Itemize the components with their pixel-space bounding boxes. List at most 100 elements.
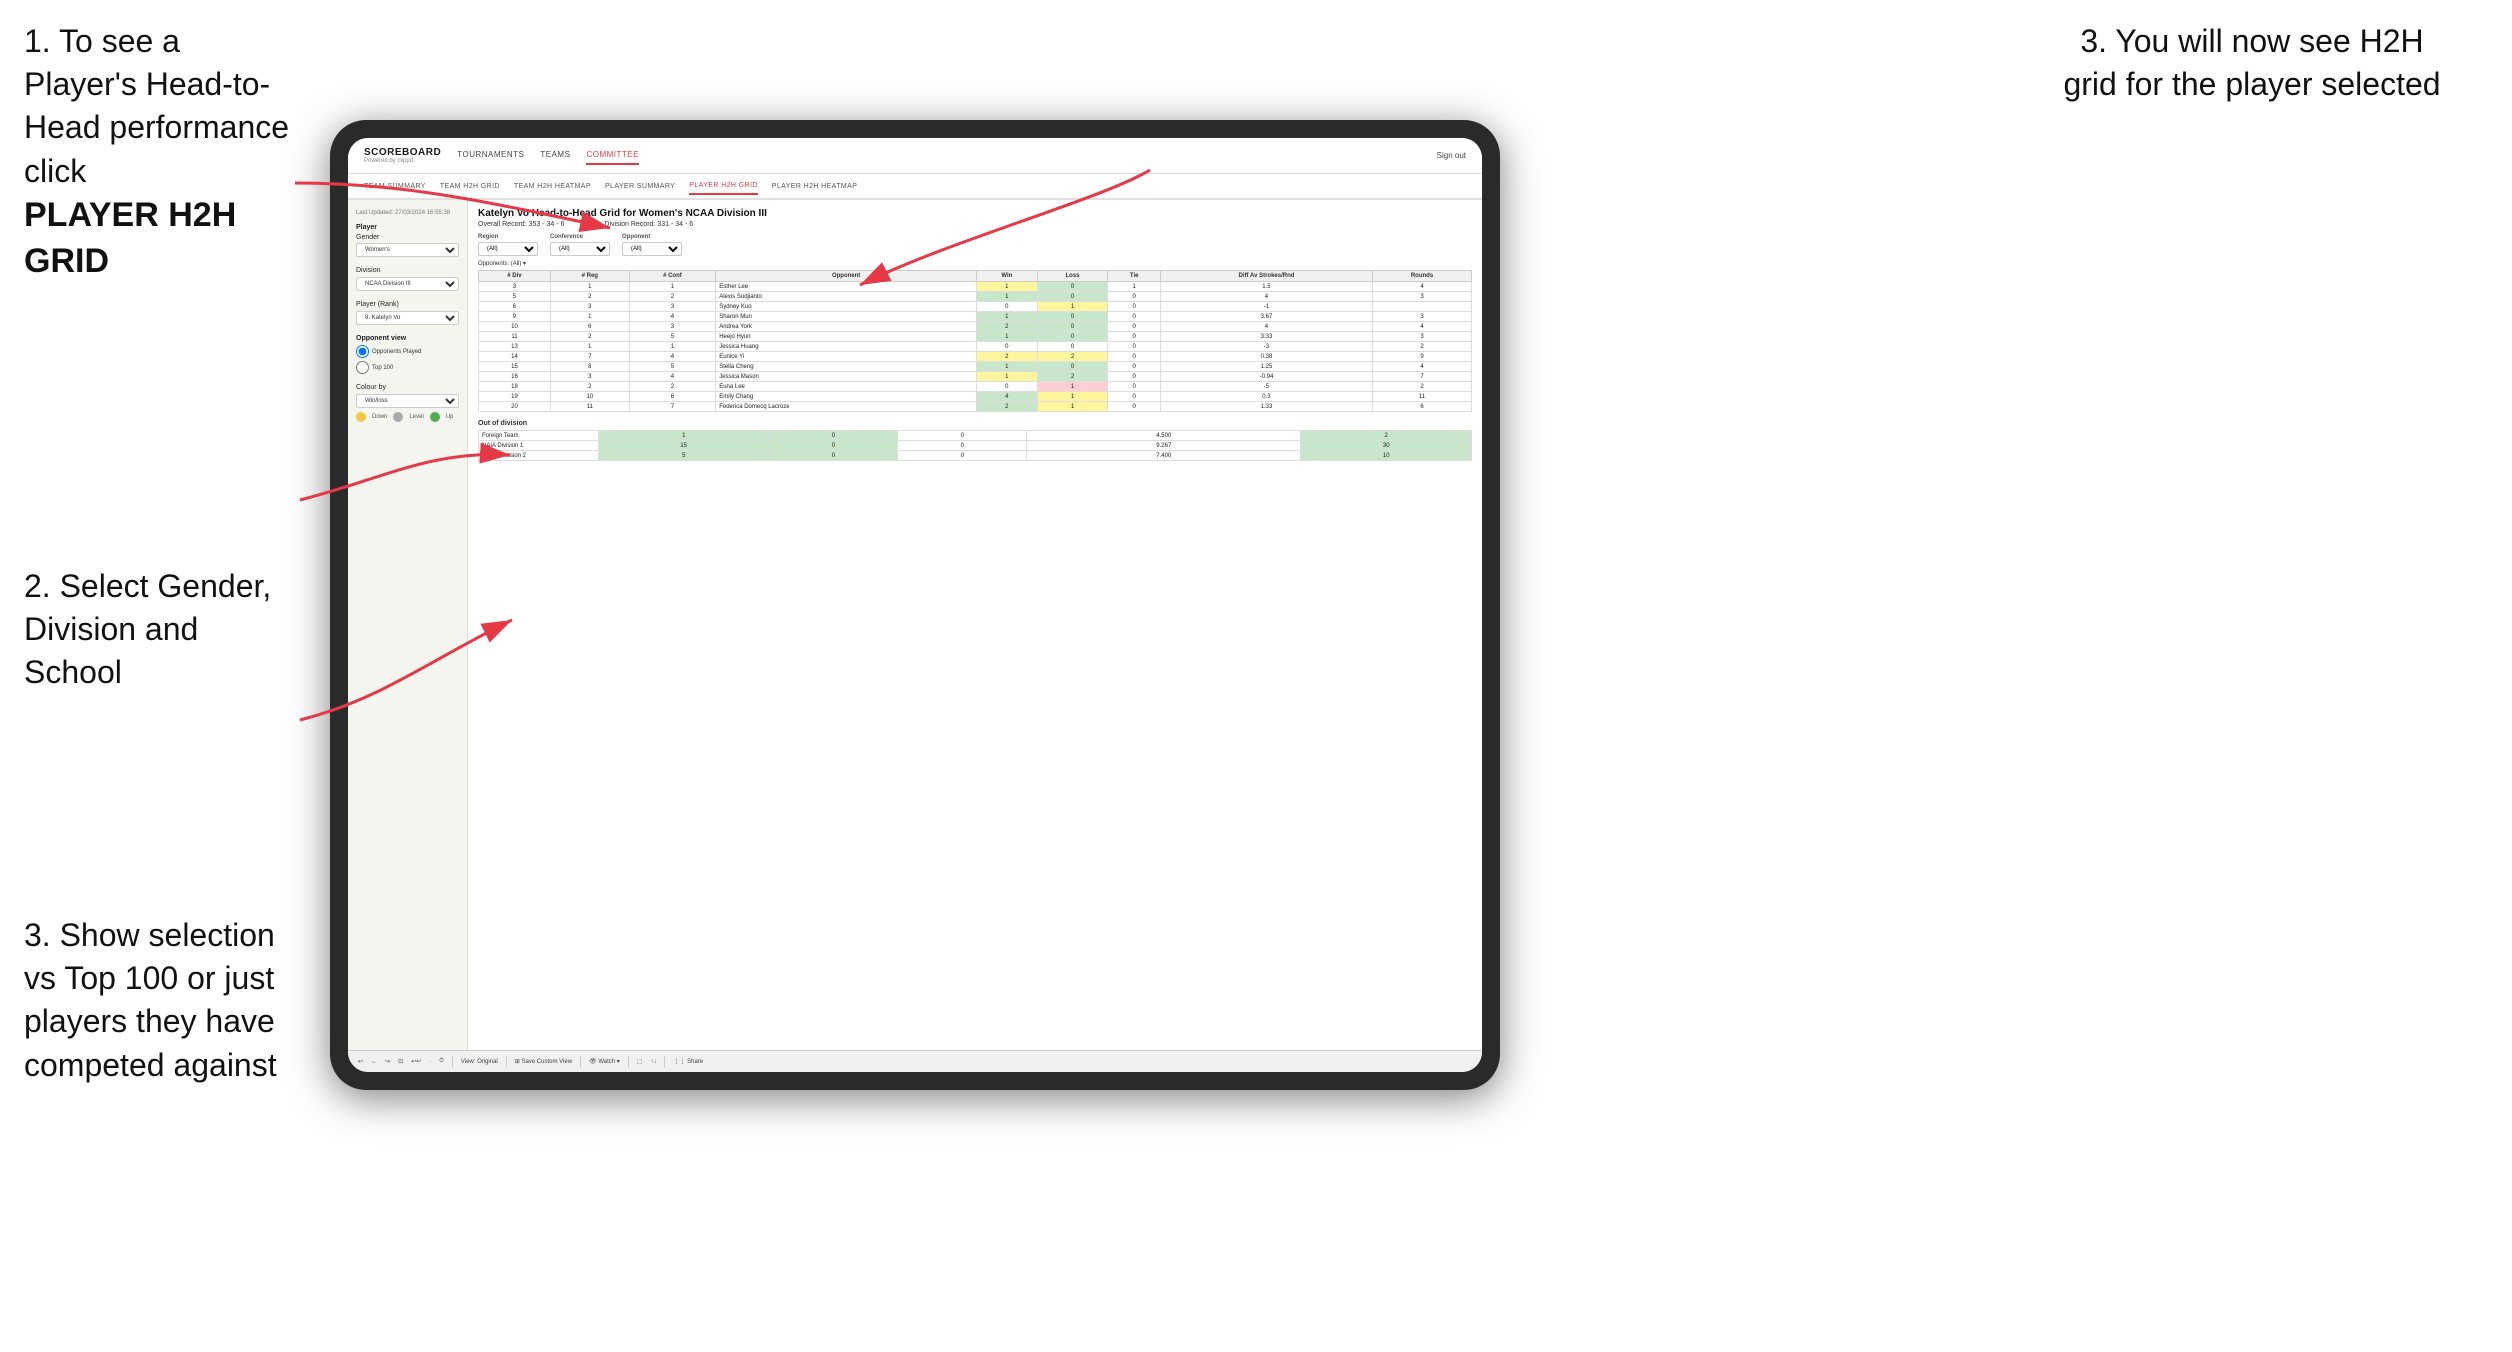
cell-div: 3: [479, 282, 551, 292]
nav-committee[interactable]: COMMITTEE: [586, 146, 639, 165]
cell-tie: 0: [1108, 312, 1160, 322]
cell-diff: 1.33: [1160, 402, 1372, 412]
filter-opponent-select[interactable]: (All): [622, 242, 682, 256]
toolbar-view-original[interactable]: View: Original: [461, 1059, 498, 1065]
toolbar-grid[interactable]: ⊡: [398, 1058, 403, 1065]
toolbar-undo[interactable]: ↩: [358, 1058, 363, 1065]
grid-title: Katelyn Vo Head-to-Head Grid for Women's…: [478, 208, 1472, 219]
filter-region-select[interactable]: (All): [478, 242, 538, 256]
radio-opponents-label: Opponents Played: [372, 349, 421, 355]
cell-rounds: 3: [1373, 292, 1472, 302]
toolbar-reset[interactable]: ↩↩: [411, 1058, 421, 1065]
instruction-step3-right: 3. You will now see H2H grid for the pla…: [2052, 20, 2452, 106]
sidebar-colour-select[interactable]: Win/loss: [356, 394, 459, 408]
sub-nav-team-summary[interactable]: TEAM SUMMARY: [364, 179, 426, 194]
nav-teams[interactable]: TEAMS: [540, 146, 570, 165]
cell-rounds: 6: [1373, 402, 1472, 412]
radio-top100[interactable]: Top 100: [356, 361, 459, 374]
step3-right-text: 3. You will now see H2H grid for the pla…: [2063, 23, 2440, 102]
cell-opponent: Esther Lee: [716, 282, 977, 292]
ood-cell-rounds: 30: [1301, 441, 1472, 451]
sidebar-colour-label: Colour by: [356, 384, 459, 391]
sidebar-opponent-label: Opponent view: [356, 335, 459, 342]
toolbar-share[interactable]: ⋮⋮ Share: [673, 1058, 703, 1065]
cell-loss: 0: [1037, 362, 1108, 372]
sidebar-player-label: Player: [356, 224, 459, 231]
th-win: Win: [977, 271, 1038, 282]
filter-opponent: Opponent (All): [622, 234, 682, 256]
th-conf: # Conf: [629, 271, 716, 282]
radio-opponents-played[interactable]: Opponents Played: [356, 345, 459, 358]
cell-rounds: 3: [1373, 332, 1472, 342]
logo-area: SCOREBOARD Powered by clippd: [364, 147, 441, 164]
cell-reg: 6: [550, 322, 629, 332]
cell-reg: 10: [550, 392, 629, 402]
cell-conf: 4: [629, 312, 716, 322]
sub-nav-team-h2h-heatmap[interactable]: TEAM H2H HEATMAP: [514, 179, 591, 194]
cell-tie: 0: [1108, 352, 1160, 362]
cell-loss: 2: [1037, 352, 1108, 362]
cell-opponent: Andrea York: [716, 322, 977, 332]
cell-conf: 4: [629, 352, 716, 362]
grid-records: Overall Record: 353 - 34 - 6 Division Re…: [478, 221, 1472, 228]
sidebar: Last Updated: 27/03/2024 16:55:38 Player…: [348, 200, 468, 1050]
cell-rounds: 4: [1373, 282, 1472, 292]
toolbar-dot[interactable]: ·: [429, 1059, 431, 1065]
cell-loss: 2: [1037, 372, 1108, 382]
th-tie: Tie: [1108, 271, 1160, 282]
toolbar-back[interactable]: ←: [371, 1059, 377, 1065]
nav-items: TOURNAMENTS TEAMS COMMITTEE: [457, 146, 1436, 165]
radio-opponents-input[interactable]: [356, 345, 369, 358]
toolbar-save-custom[interactable]: ⊞ Save Custom View: [515, 1058, 572, 1065]
step2-text: 2. Select Gender, Division and School: [24, 568, 271, 690]
colour-label-up: Up: [446, 414, 454, 420]
opponents-label: Opponents: (All) ▾: [478, 260, 1472, 267]
toolbar-layout[interactable]: ⬚: [637, 1058, 643, 1065]
toolbar-watch[interactable]: 👁 Watch ▾: [589, 1058, 620, 1065]
instruction-step1: 1. To see a Player's Head-to-Head perfor…: [24, 20, 296, 285]
th-loss: Loss: [1037, 271, 1108, 282]
sub-nav-player-h2h-heatmap[interactable]: PLAYER H2H HEATMAP: [772, 179, 858, 194]
table-row: 10 6 3 Andrea York 2 0 0 4 4: [479, 322, 1472, 332]
sidebar-division-select[interactable]: NCAA Division III: [356, 277, 459, 291]
cell-diff: -5: [1160, 382, 1372, 392]
toolbar-clock[interactable]: ⏱: [439, 1058, 444, 1065]
table-row: 13 1 1 Jessica Huang 0 0 0 -3 2: [479, 342, 1472, 352]
nav-tournaments[interactable]: TOURNAMENTS: [457, 146, 524, 165]
th-diff: Diff Av Strokes/Rnd: [1160, 271, 1372, 282]
table-row: 6 3 3 Sydney Kuo 0 1 0 -1: [479, 302, 1472, 312]
ood-cell-opponent: NAIA Division 1: [479, 441, 599, 451]
cell-win: 0: [977, 382, 1038, 392]
toolbar-sort[interactable]: ↑↓: [650, 1059, 656, 1065]
sub-nav-team-h2h-grid[interactable]: TEAM H2H GRID: [440, 179, 500, 194]
cell-div: 11: [479, 332, 551, 342]
cell-conf: 7: [629, 402, 716, 412]
cell-conf: 3: [629, 302, 716, 312]
sidebar-gender-label: Gender: [356, 234, 459, 241]
out-of-division: Out of division Foreign Team 1 0 0 4.500…: [478, 420, 1472, 461]
cell-div: 14: [479, 352, 551, 362]
toolbar-redo[interactable]: ↪: [385, 1058, 390, 1065]
sub-nav-player-summary[interactable]: PLAYER SUMMARY: [605, 179, 675, 194]
grid-area: Katelyn Vo Head-to-Head Grid for Women's…: [468, 200, 1482, 1050]
cell-tie: 0: [1108, 322, 1160, 332]
cell-win: 2: [977, 322, 1038, 332]
sidebar-player-rank-select[interactable]: 8. Katelyn Vo: [356, 311, 459, 325]
cell-rounds: 9: [1373, 352, 1472, 362]
table-row: 3 1 1 Esther Lee 1 0 1 1.5 4: [479, 282, 1472, 292]
colour-label-down: Down: [372, 414, 387, 420]
cell-loss: 0: [1037, 342, 1108, 352]
ood-cell-tie: 0: [898, 441, 1027, 451]
cell-conf: 5: [629, 332, 716, 342]
colour-dot-up: [430, 412, 440, 422]
sidebar-division-section: Division NCAA Division III: [356, 267, 459, 291]
cell-diff: 3.67: [1160, 312, 1372, 322]
filter-conference-select[interactable]: (All): [550, 242, 610, 256]
sub-nav-player-h2h-grid[interactable]: PLAYER H2H GRID: [689, 178, 758, 195]
cell-conf: 3: [629, 322, 716, 332]
sign-out-link[interactable]: Sign out: [1437, 151, 1466, 160]
radio-top100-input[interactable]: [356, 361, 369, 374]
cell-opponent: Jessica Huang: [716, 342, 977, 352]
sidebar-gender-select[interactable]: Women's: [356, 243, 459, 257]
ood-cell-diff: 9.267: [1027, 441, 1301, 451]
